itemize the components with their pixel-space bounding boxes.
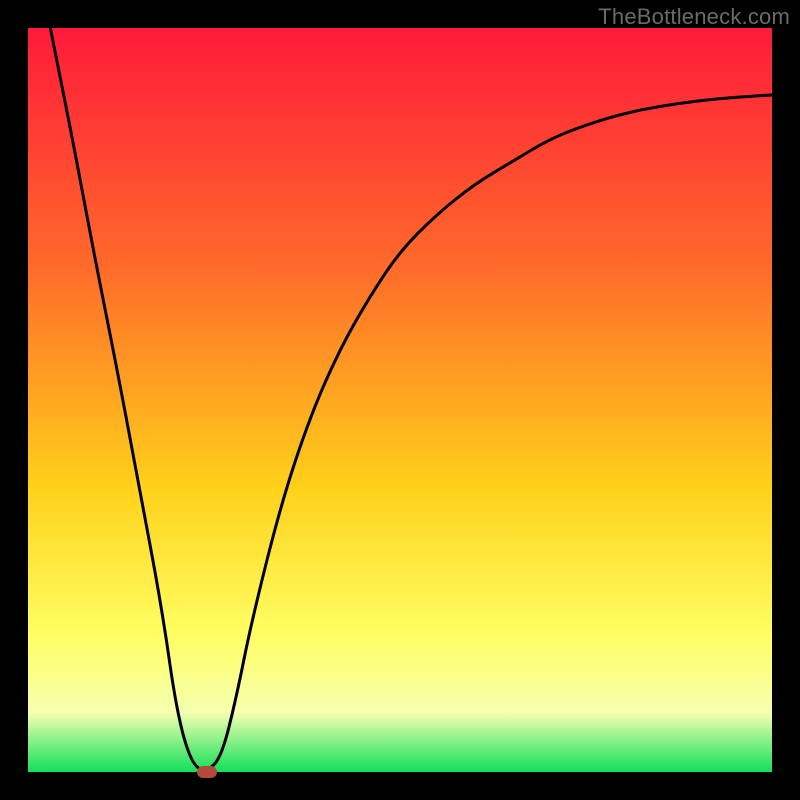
gradient-background [28,28,772,772]
chart-frame [28,28,772,772]
optimal-point-marker [197,766,217,778]
bottleneck-plot [28,28,772,772]
watermark-text: TheBottleneck.com [598,4,790,30]
